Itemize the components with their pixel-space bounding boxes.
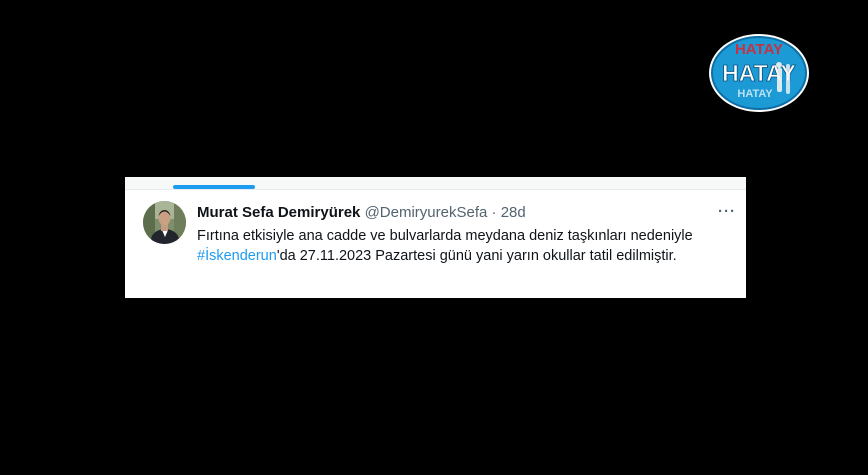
svg-text:HATAY: HATAY xyxy=(737,88,773,100)
hashtag-link[interactable]: #İskenderun xyxy=(197,248,277,264)
tweet-time[interactable]: 28d xyxy=(501,204,526,221)
separator: · xyxy=(491,204,497,221)
hatay-logo: HATAY HATAY HATAY xyxy=(707,32,811,114)
svg-text:HATAY: HATAY xyxy=(735,41,783,58)
tweet-text-before: Fırtına etkisiyle ana cadde ve bulvarlar… xyxy=(197,228,693,244)
tab-bar xyxy=(125,177,746,190)
avatar[interactable] xyxy=(143,201,186,244)
tweet-card[interactable]: Murat Sefa Demiryürek @DemiryurekSefa · … xyxy=(125,177,746,298)
tweet-text: Fırtına etkisiyle ana cadde ve bulvarlar… xyxy=(197,226,737,266)
active-tab-indicator xyxy=(173,185,255,189)
logo-text: HATAY xyxy=(722,60,796,86)
tweet-text-after: 'da 27.11.2023 Pazartesi günü yani yarın… xyxy=(276,248,677,264)
more-options-icon[interactable]: ··· xyxy=(716,204,738,219)
tweet-header: Murat Sefa Demiryürek @DemiryurekSefa · … xyxy=(197,203,526,223)
author-handle[interactable]: @DemiryurekSefa xyxy=(365,204,488,221)
user-avatar-photo-icon xyxy=(143,201,186,244)
author-name[interactable]: Murat Sefa Demiryürek xyxy=(197,204,360,221)
